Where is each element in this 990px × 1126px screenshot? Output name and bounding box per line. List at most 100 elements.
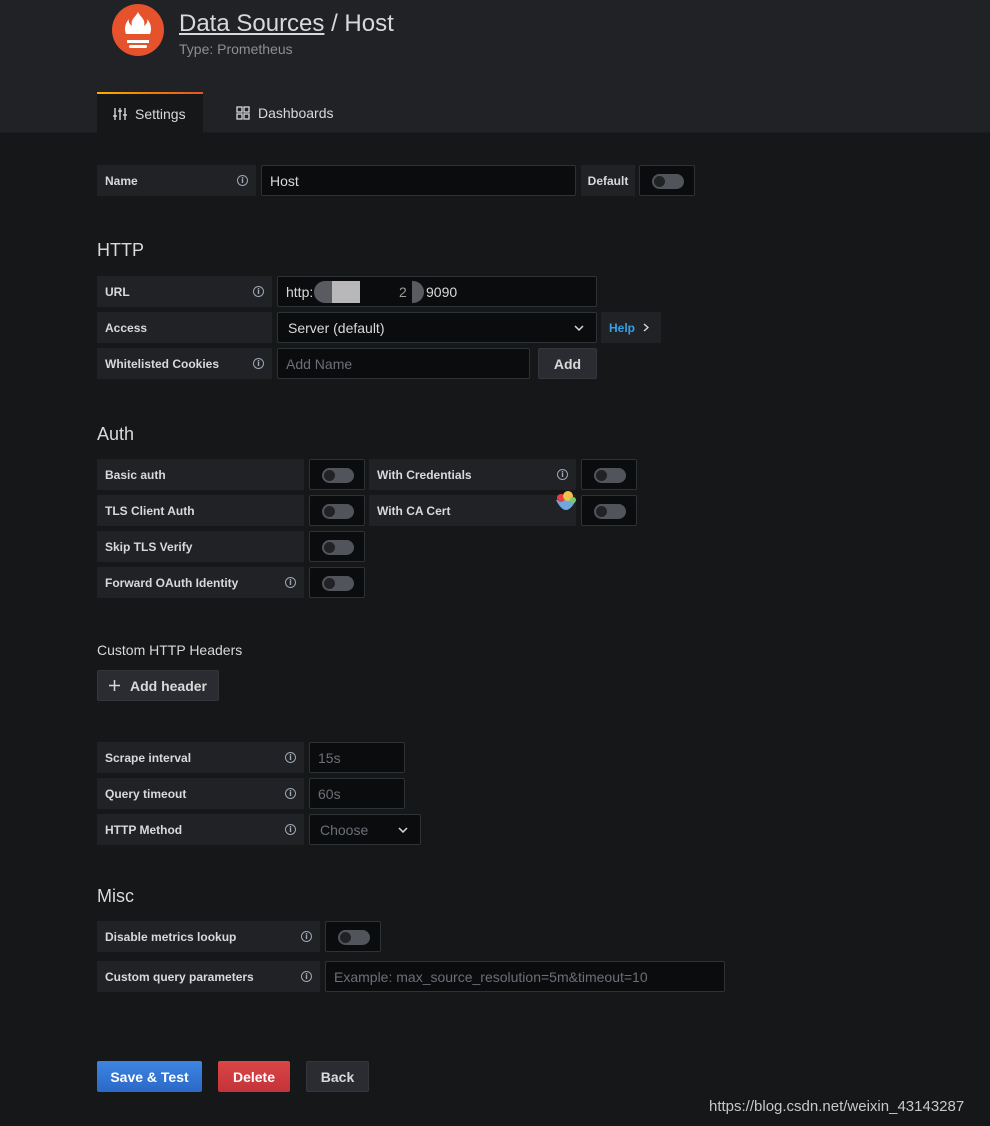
toggle-track: [322, 576, 354, 591]
url-prefix-text: http:: [286, 283, 314, 300]
info-icon[interactable]: i: [285, 752, 296, 763]
custom-query-params-label-text: Custom query parameters: [105, 969, 254, 984]
info-icon[interactable]: i: [237, 175, 248, 186]
forward-oauth-toggle[interactable]: [309, 567, 365, 598]
watermark-text: https://blog.csdn.net/weixin_43143287: [709, 1098, 965, 1115]
help-button-label: Help: [609, 320, 636, 335]
access-select[interactable]: Server (default): [277, 312, 597, 343]
toggle-knob: [596, 506, 607, 517]
url-label: URL i: [97, 276, 272, 307]
default-label-text: Default: [587, 173, 629, 188]
with-ca-cert-label: With CA Cert: [369, 495, 576, 526]
url-redaction-inner: [332, 281, 360, 303]
tab-settings[interactable]: Settings: [97, 92, 203, 133]
tab-settings-label: Settings: [135, 105, 186, 122]
http-section-title: HTTP: [97, 240, 144, 260]
default-toggle[interactable]: [639, 165, 695, 196]
info-icon[interactable]: i: [285, 577, 296, 588]
custom-query-params-label: Custom query parameters i: [97, 961, 320, 992]
data-sources-link[interactable]: Data Sources: [179, 10, 324, 37]
page-title: Data Sources / Host: [179, 10, 394, 38]
with-ca-cert-label-text: With CA Cert: [377, 503, 451, 518]
info-icon[interactable]: i: [285, 824, 296, 835]
toggle-knob: [340, 932, 351, 943]
basic-auth-label: Basic auth: [97, 459, 304, 490]
tls-client-auth-label: TLS Client Auth: [97, 495, 304, 526]
toggle-knob: [654, 176, 665, 187]
custom-headers-title: Custom HTTP Headers: [97, 642, 243, 658]
tls-client-auth-toggle[interactable]: [309, 495, 365, 526]
add-cookie-button[interactable]: Add: [538, 348, 597, 379]
info-icon[interactable]: i: [557, 469, 568, 480]
page-header: Data Sources / Host Type: Prometheus Set…: [0, 0, 990, 133]
info-icon[interactable]: i: [253, 286, 264, 297]
scrape-interval-label: Scrape interval i: [97, 742, 304, 773]
sliders-icon: [113, 107, 127, 120]
disable-metrics-lookup-label: Disable metrics lookup i: [97, 921, 320, 952]
url-input[interactable]: http: 2 9090: [277, 276, 597, 307]
info-icon[interactable]: i: [253, 358, 264, 369]
tls-client-auth-label-text: TLS Client Auth: [105, 503, 195, 518]
with-ca-cert-toggle[interactable]: [581, 495, 637, 526]
datasource-name-title: Host: [344, 10, 394, 37]
info-icon[interactable]: i: [301, 931, 312, 942]
http-method-placeholder: Choose: [320, 821, 369, 838]
info-icon[interactable]: i: [301, 971, 312, 982]
plus-icon: [108, 680, 120, 691]
http-method-label: HTTP Method i: [97, 814, 304, 845]
delete-button[interactable]: Delete: [218, 1061, 290, 1092]
toggle-knob: [324, 470, 335, 481]
save-test-button[interactable]: Save & Test: [97, 1061, 202, 1092]
scrape-interval-label-text: Scrape interval: [105, 750, 192, 765]
toggle-track: [322, 468, 354, 483]
default-label: Default: [581, 165, 635, 196]
skip-tls-verify-label-text: Skip TLS Verify: [105, 539, 193, 554]
query-timeout-input[interactable]: [309, 778, 405, 809]
name-label: Name i: [97, 165, 256, 196]
with-credentials-label: With Credentials i: [369, 459, 576, 490]
access-label-text: Access: [105, 320, 148, 335]
chevron-down-icon: [398, 826, 408, 833]
basic-auth-label-text: Basic auth: [105, 467, 166, 482]
toggle-track: [594, 504, 626, 519]
cookie-name-input[interactable]: [277, 348, 530, 379]
custom-query-params-input[interactable]: [325, 961, 725, 992]
toggle-track: [652, 174, 684, 189]
info-icon[interactable]: i: [285, 788, 296, 799]
disable-metrics-lookup-label-text: Disable metrics lookup: [105, 929, 237, 944]
with-credentials-label-text: With Credentials: [377, 467, 472, 482]
forward-oauth-label-text: Forward OAuth Identity: [105, 575, 239, 590]
datasource-type: Type: Prometheus: [179, 41, 293, 57]
toggle-knob: [324, 542, 335, 553]
whitelisted-cookies-label-text: Whitelisted Cookies: [105, 356, 220, 371]
skip-tls-verify-label: Skip TLS Verify: [97, 531, 304, 562]
back-button[interactable]: Back: [306, 1061, 369, 1092]
skip-tls-verify-toggle[interactable]: [309, 531, 365, 562]
prometheus-logo-icon: [112, 4, 164, 56]
chevron-right-icon: [643, 323, 650, 332]
whitelisted-cookies-label: Whitelisted Cookies i: [97, 348, 272, 379]
url-redaction: [314, 281, 424, 303]
toggle-track: [594, 468, 626, 483]
http-method-label-text: HTTP Method: [105, 822, 183, 837]
toggle-track: [322, 504, 354, 519]
basic-auth-toggle[interactable]: [309, 459, 365, 490]
add-header-button[interactable]: Add header: [97, 670, 219, 701]
url-label-text: URL: [105, 284, 130, 299]
chevron-down-icon: [574, 324, 584, 331]
toggle-track: [322, 540, 354, 555]
misc-section-title: Misc: [97, 886, 134, 906]
url-suffix-text: 2: [399, 283, 407, 300]
with-credentials-toggle[interactable]: [581, 459, 637, 490]
url-port-text: 9090: [426, 283, 458, 300]
disable-metrics-lookup-toggle[interactable]: [325, 921, 381, 952]
name-input-value: Host: [270, 172, 299, 189]
name-input[interactable]: Host: [261, 165, 576, 196]
help-button[interactable]: Help: [601, 312, 661, 343]
overlay-emoji-icon: [552, 488, 580, 516]
name-label-text: Name: [105, 173, 138, 188]
http-method-select[interactable]: Choose: [309, 814, 421, 845]
scrape-interval-input[interactable]: [309, 742, 405, 773]
add-header-label: Add header: [129, 677, 207, 694]
tab-dashboards[interactable]: Dashboards: [220, 92, 350, 133]
